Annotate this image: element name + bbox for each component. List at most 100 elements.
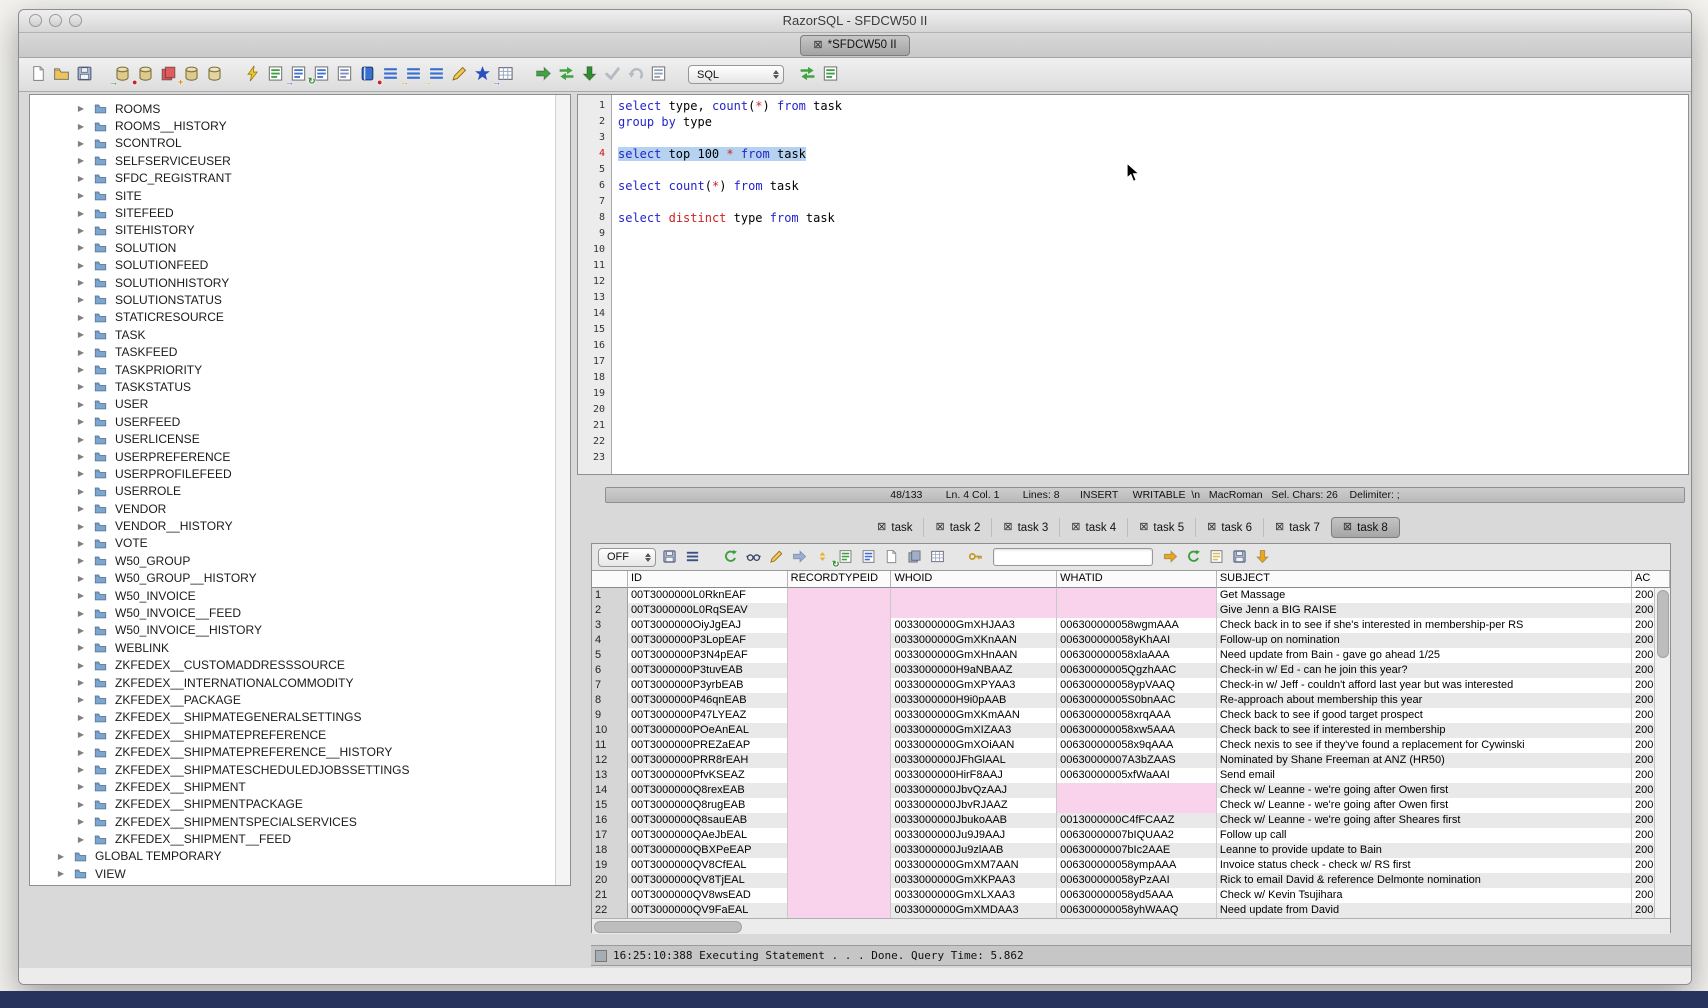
- table-cell[interactable]: 0033000000GmXHJAA3: [891, 618, 1057, 633]
- editor-line[interactable]: [618, 386, 1688, 402]
- sidebar-item-userpreference[interactable]: ▶USERPREFERENCE: [30, 448, 556, 465]
- column-header-whoid[interactable]: WHOID: [891, 571, 1057, 588]
- table-cell[interactable]: [891, 588, 1057, 603]
- save-icon[interactable]: [73, 62, 96, 84]
- sidebar-item-zkfedex-customaddresssource[interactable]: ▶ZKFEDEX__CUSTOMADDRESSSOURCE: [30, 657, 556, 674]
- database-icon[interactable]: [203, 62, 226, 84]
- table-cell[interactable]: 0033000000GmXKnAAN: [891, 633, 1057, 648]
- result-tab-task[interactable]: ⊠task: [866, 518, 923, 537]
- favorites-icon[interactable]: [471, 62, 494, 84]
- table-cell[interactable]: 0033000000GmXKPAA3: [891, 873, 1057, 888]
- sidebar-item-userrole[interactable]: ▶USERROLE: [30, 483, 556, 500]
- refresh-query-icon[interactable]: ↻: [310, 62, 333, 84]
- table-cell[interactable]: Invoice status check - check w/ RS first: [1217, 858, 1632, 873]
- single-page-icon[interactable]: [880, 545, 903, 567]
- table-row[interactable]: 1300T3000000PfvKSEAZ0033000000HirF8AAJ00…: [592, 768, 1670, 783]
- disclosure-triangle-icon[interactable]: ▶: [76, 261, 86, 270]
- editor-line[interactable]: [618, 226, 1688, 242]
- sidebar-item-weblink[interactable]: ▶WEBLINK: [30, 639, 556, 656]
- column-header-recordtypeid[interactable]: RECORDTYPEID: [788, 571, 892, 588]
- table-cell[interactable]: 0033000000JbvQzAAJ: [891, 783, 1057, 798]
- sidebar-item-w50-group-history[interactable]: ▶W50_GROUP__HISTORY: [30, 570, 556, 587]
- table-cell[interactable]: 0033000000JbukoAAB: [891, 813, 1057, 828]
- sidebar-item-rooms[interactable]: ▶ROOMS: [30, 100, 556, 117]
- tab-close-icon[interactable]: ⊠: [1207, 522, 1216, 533]
- table-cell[interactable]: 006300000058xrqAAA: [1057, 708, 1217, 723]
- disclosure-triangle-icon[interactable]: ▶: [76, 156, 86, 165]
- table-cell[interactable]: Check w/ Kevin Tsujihara: [1217, 888, 1632, 903]
- disclosure-triangle-icon[interactable]: ▶: [76, 174, 86, 183]
- editor-line[interactable]: [618, 306, 1688, 322]
- disclosure-triangle-icon[interactable]: ▶: [76, 382, 86, 391]
- table-cell[interactable]: 00T3000000P46qnEAB: [628, 693, 788, 708]
- edit-cell-icon[interactable]: [765, 545, 788, 567]
- table-cell[interactable]: Check w/ Leanne - we're going after Owen…: [1217, 783, 1632, 798]
- editor-line[interactable]: [618, 402, 1688, 418]
- disclosure-triangle-icon[interactable]: ▶: [76, 504, 86, 513]
- save-changes-icon[interactable]: [1228, 545, 1251, 567]
- table-cell[interactable]: Re-approach about membership this year: [1217, 693, 1632, 708]
- log-changes-icon[interactable]: [1205, 545, 1228, 567]
- disclosure-triangle-icon[interactable]: ▶: [76, 243, 86, 252]
- table-cell[interactable]: Follow-up on nomination: [1217, 633, 1632, 648]
- tree-vertical-scrollbar[interactable]: [555, 95, 570, 885]
- sidebar-item-solutionstatus[interactable]: ▶SOLUTIONSTATUS: [30, 291, 556, 308]
- sidebar-item-solutionfeed[interactable]: ▶SOLUTIONFEED: [30, 257, 556, 274]
- disclosure-triangle-icon[interactable]: ▶: [76, 643, 86, 652]
- table-row[interactable]: 600T3000000P3tuvEAB0033000000H9aNBAAZ006…: [592, 663, 1670, 678]
- sidebar-item-zkfedex-shipmentspecialservices[interactable]: ▶ZKFEDEX__SHIPMENTSPECIALSERVICES: [30, 813, 556, 830]
- editor-line[interactable]: [618, 242, 1688, 258]
- editor-line[interactable]: [618, 194, 1688, 210]
- disclosure-triangle-icon[interactable]: ▶: [76, 748, 86, 757]
- sidebar-item-vendor[interactable]: ▶VENDOR: [30, 500, 556, 517]
- table-cell[interactable]: Check back to see if good target prospec…: [1217, 708, 1632, 723]
- column-header-ac[interactable]: AC: [1632, 571, 1670, 588]
- disclosure-triangle-icon[interactable]: ▶: [76, 713, 86, 722]
- table-row[interactable]: 1000T3000000POeAnEAL0033000000GmXIZAA300…: [592, 723, 1670, 738]
- export-table-icon[interactable]: →: [494, 62, 517, 84]
- primary-key-icon[interactable]: [964, 545, 987, 567]
- table-cell[interactable]: Check w/ Leanne - we're going after Shea…: [1217, 813, 1632, 828]
- disclosure-triangle-icon[interactable]: ▶: [76, 452, 86, 461]
- table-cell[interactable]: [788, 888, 892, 903]
- table-cell[interactable]: [1057, 588, 1217, 603]
- sidebar-item-view[interactable]: ▶VIEW: [30, 865, 556, 882]
- table-cell[interactable]: 00T3000000P47LYEAZ: [628, 708, 788, 723]
- table-row[interactable]: 200T3000000L0RqSEAVGive Jenn a BIG RAISE…: [592, 603, 1670, 618]
- table-cell[interactable]: 006300000058yPzAAI: [1057, 873, 1217, 888]
- results-horizontal-scrollbar[interactable]: [592, 918, 1670, 934]
- new-file-icon[interactable]: [27, 62, 50, 84]
- disclosure-triangle-icon[interactable]: ▶: [76, 782, 86, 791]
- sidebar-item-w50-group[interactable]: ▶W50_GROUP: [30, 552, 556, 569]
- column-header-rownum[interactable]: [592, 571, 628, 588]
- tab-close-icon[interactable]: ⊠: [1003, 522, 1012, 533]
- open-file-icon[interactable]: [50, 62, 73, 84]
- table-cell[interactable]: Check back in to see if she's interested…: [1217, 618, 1632, 633]
- disclosure-triangle-icon[interactable]: ▶: [76, 661, 86, 670]
- column-header-whatid[interactable]: WHATID: [1057, 571, 1217, 588]
- sidebar-item-staticresource[interactable]: ▶STATICRESOURCE: [30, 309, 556, 326]
- table-cell[interactable]: 00T3000000Q8rexEAB: [628, 783, 788, 798]
- disclosure-triangle-icon[interactable]: ▶: [76, 330, 86, 339]
- sidebar-item-userprofilefeed[interactable]: ▶USERPROFILEFEED: [30, 465, 556, 482]
- copy-special-icon[interactable]: [926, 545, 949, 567]
- table-cell[interactable]: 0033000000GmXHnAAN: [891, 648, 1057, 663]
- table-cell[interactable]: 0033000000GmXM7AAN: [891, 858, 1057, 873]
- table-cell[interactable]: 0033000000H9aNBAAZ: [891, 663, 1057, 678]
- statement-mode-dropdown[interactable]: SQL: [688, 65, 784, 84]
- sort-filter-icon[interactable]: [681, 545, 704, 567]
- copy-results-icon[interactable]: [903, 545, 926, 567]
- scrollbar-thumb[interactable]: [1657, 590, 1669, 658]
- sidebar-item-userlicense[interactable]: ▶USERLICENSE: [30, 430, 556, 447]
- commit-icon[interactable]: [601, 62, 624, 84]
- disclosure-triangle-icon[interactable]: ▶: [56, 852, 66, 861]
- disclosure-triangle-icon[interactable]: ▶: [76, 191, 86, 200]
- insert-row-icon[interactable]: [788, 545, 811, 567]
- editor-line[interactable]: [618, 162, 1688, 178]
- disclosure-triangle-icon[interactable]: ▶: [76, 800, 86, 809]
- disclosure-triangle-icon[interactable]: ▶: [76, 278, 86, 287]
- table-cell[interactable]: [788, 663, 892, 678]
- table-cell[interactable]: [788, 678, 892, 693]
- table-cell[interactable]: 00T3000000P3yrbEAB: [628, 678, 788, 693]
- new-connection-icon[interactable]: +: [180, 62, 203, 84]
